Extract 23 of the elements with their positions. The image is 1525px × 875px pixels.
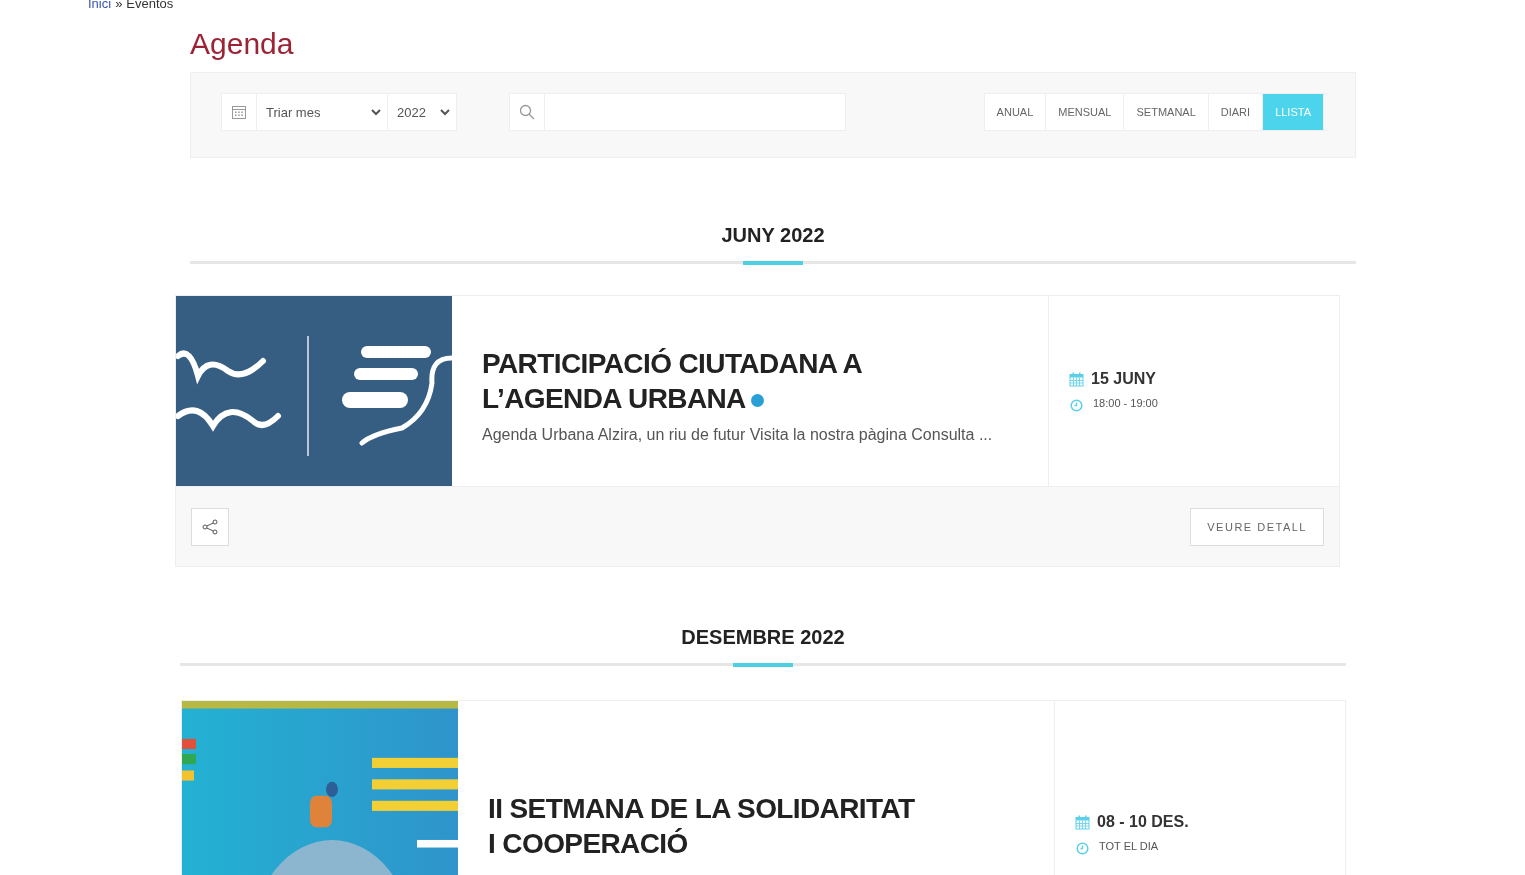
month-heading: JUNY 2022: [720, 223, 826, 247]
event-time: 18:00 - 19:00: [1093, 397, 1158, 409]
calendar-icon: [1075, 814, 1090, 830]
search-field[interactable]: [509, 93, 846, 131]
view-tab[interactable]: ANUAL: [984, 94, 1047, 130]
event-title[interactable]: II SETMANA DE LA SOLIDARITAT I COOPERACIÓ: [488, 791, 928, 861]
details-button[interactable]: VEURE DETALL: [1190, 507, 1324, 546]
view-tab[interactable]: SETMANAL: [1124, 94, 1209, 130]
clock-icon: [1070, 399, 1083, 412]
event-excerpt: Agenda Urbana Alzira, un riu de futur Visita la nostra pàgina Consulta ...: [482, 426, 994, 444]
calendar-icon: [1069, 371, 1084, 387]
view-tab[interactable]: MENSUAL: [1046, 94, 1125, 130]
event-title[interactable]: PARTICIPACIÓ CIUTADANA A L’AGENDA URBANA: [482, 346, 922, 416]
share-icon: [202, 518, 218, 535]
event-time: TOT EL DIA: [1099, 840, 1159, 852]
event-date: 08 - 10 DES.: [1097, 813, 1189, 831]
event-date: 15 JUNY: [1091, 370, 1156, 388]
page-title: Agenda: [190, 26, 295, 62]
breadcrumb-separator: »: [115, 0, 123, 11]
view-tab[interactable]: DIARI: [1208, 94, 1264, 130]
share-button[interactable]: [191, 507, 229, 546]
month-heading: DESEMBRE 2022: [680, 625, 846, 649]
clock-icon: [1076, 842, 1089, 855]
